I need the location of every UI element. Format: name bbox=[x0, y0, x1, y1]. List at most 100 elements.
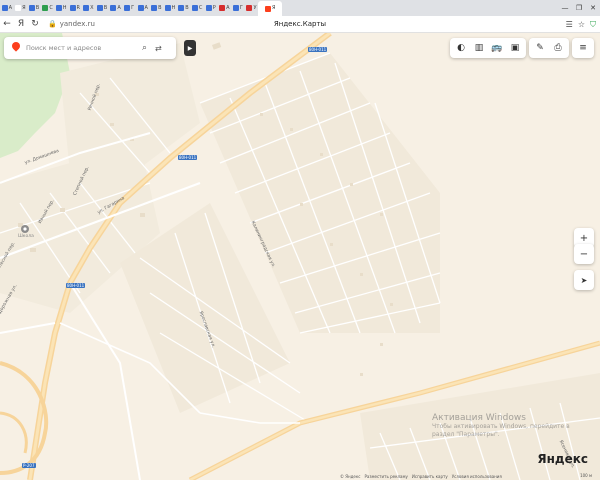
browser-tab[interactable]: С bbox=[41, 2, 55, 15]
route-shield: Р-207 bbox=[22, 463, 36, 468]
tab-label: А bbox=[144, 4, 148, 11]
tab-label: В bbox=[185, 4, 189, 11]
tab-label: А bbox=[117, 4, 121, 11]
map-toolbar: ◐ ▥ 🚌 ▣ ✎ ⎙ ≡ bbox=[450, 37, 594, 59]
tab-label: Я bbox=[22, 4, 26, 11]
tab-label: В bbox=[103, 4, 108, 11]
url-field[interactable]: yandex.ru bbox=[60, 20, 95, 28]
tab-label: Г bbox=[239, 4, 243, 11]
tab-label: В bbox=[158, 4, 162, 11]
browser-tab[interactable]: R bbox=[68, 2, 82, 15]
search-input[interactable] bbox=[26, 44, 136, 52]
watermark-title: Активация Windows bbox=[432, 413, 526, 423]
tab-favicon-icon bbox=[1, 5, 8, 11]
lock-icon: 🔒 bbox=[48, 20, 57, 28]
tab-label: Р bbox=[212, 4, 216, 11]
menu-group: ≡ bbox=[572, 38, 594, 58]
geolocation-button[interactable]: ➤ bbox=[574, 270, 594, 290]
tab-favicon-icon bbox=[110, 5, 117, 11]
tools-group: ✎ ⎙ bbox=[529, 38, 569, 58]
yandex-logo: Яндекс bbox=[537, 452, 588, 466]
yandex-home-button[interactable]: Я bbox=[14, 19, 28, 29]
tab-favicon-icon bbox=[83, 5, 90, 11]
browser-tab[interactable]: Н bbox=[54, 2, 68, 15]
maximize-button[interactable]: ❐ bbox=[572, 4, 586, 12]
fix-map-link[interactable]: Исправить карту bbox=[412, 474, 448, 479]
bookmark-icon[interactable]: ☆ bbox=[578, 20, 585, 29]
terms-link[interactable]: Условия использования bbox=[452, 474, 502, 479]
address-bar-actions: ☰ ☆ ⛉ bbox=[566, 16, 596, 33]
watermark-text: раздел "Параметры". bbox=[432, 431, 500, 438]
tab-favicon-icon bbox=[96, 5, 103, 11]
browser-tab[interactable]: В bbox=[150, 2, 164, 15]
tab-favicon-icon bbox=[55, 5, 62, 11]
tab-favicon-icon bbox=[151, 5, 158, 11]
tab-label: Г bbox=[131, 4, 135, 11]
tab-favicon-icon bbox=[137, 5, 144, 11]
watermark-text: Чтобы активировать Windows, перейдите в bbox=[432, 423, 570, 430]
print-icon[interactable]: ⎙ bbox=[550, 40, 566, 56]
browser-tab[interactable]: У bbox=[245, 2, 259, 15]
route-shield: 80Н-011 bbox=[178, 155, 198, 160]
tab-favicon-icon bbox=[232, 5, 239, 11]
tab-favicon-icon bbox=[205, 5, 212, 11]
yandex-maps-favicon-icon bbox=[265, 5, 272, 12]
tab-label: А bbox=[226, 4, 230, 11]
back-button[interactable]: ← bbox=[0, 19, 14, 29]
tab-list: AЯВСНRХВАГАВНВСРАГУЯ bbox=[0, 0, 283, 16]
browser-tab[interactable]: Р bbox=[204, 2, 218, 15]
reader-icon[interactable]: ☰ bbox=[566, 20, 573, 29]
browser-tab[interactable]: С bbox=[190, 2, 204, 15]
tab-favicon-icon bbox=[69, 5, 76, 11]
route-shield: 80Н-011 bbox=[308, 47, 328, 52]
browser-tab[interactable]: В bbox=[95, 2, 109, 15]
transit-icon[interactable]: 🚌 bbox=[489, 40, 505, 56]
ruler-icon[interactable]: ✎ bbox=[532, 40, 548, 56]
map-layers-icon[interactable]: ▣ bbox=[507, 40, 523, 56]
tab-favicon-icon bbox=[124, 5, 131, 11]
browser-tab[interactable]: А bbox=[109, 2, 123, 15]
route-shield: 80Н-011 bbox=[66, 283, 86, 288]
traffic-icon[interactable]: ◐ bbox=[453, 40, 469, 56]
address-bar: ← Я ↻ 🔒 yandex.ru Яндекс.Карты ☰ ☆ ⛉ bbox=[0, 16, 600, 33]
window-controls: — ❐ ✕ bbox=[558, 0, 600, 16]
tab-label: У bbox=[253, 4, 257, 11]
browser-tab[interactable]: Я bbox=[14, 2, 28, 15]
tab-favicon-icon bbox=[164, 5, 171, 11]
minimize-button[interactable]: — bbox=[558, 4, 572, 12]
browser-tab[interactable]: Г bbox=[231, 2, 245, 15]
browser-tab-strip: A Я В С Н R Х В А Г А В Н В С Р А Г У Я — ❐ ✕ bbox=[0, 0, 600, 16]
tab-favicon-icon bbox=[246, 5, 253, 11]
ads-link[interactable]: Разместить рекламу bbox=[365, 474, 408, 479]
browser-tab[interactable]: Н bbox=[163, 2, 177, 15]
browser-tab[interactable]: Г bbox=[122, 2, 136, 15]
tab-favicon-icon bbox=[42, 5, 49, 11]
poi-school-label: Школа bbox=[18, 234, 34, 239]
layers-group: ◐ ▥ 🚌 ▣ bbox=[450, 38, 526, 58]
collapse-panel-button[interactable]: ▶ bbox=[184, 40, 196, 56]
close-window-button[interactable]: ✕ bbox=[586, 4, 600, 12]
tab-favicon-icon bbox=[178, 5, 185, 11]
browser-tab[interactable]: А bbox=[218, 2, 232, 15]
protect-shield-icon[interactable]: ⛉ bbox=[590, 20, 596, 30]
copyright: © Яндекс bbox=[340, 473, 361, 479]
tab-label: Н bbox=[171, 4, 176, 11]
browser-tab[interactable]: Х bbox=[82, 2, 96, 15]
route-icon[interactable]: ⇄ bbox=[155, 44, 162, 53]
browser-tab[interactable]: В bbox=[27, 2, 41, 15]
browser-tab-active[interactable]: Я bbox=[258, 1, 283, 16]
browser-tab[interactable]: A bbox=[0, 2, 14, 15]
zoom-out-button[interactable]: − bbox=[574, 244, 594, 264]
tab-favicon-icon bbox=[28, 5, 35, 11]
browser-tab[interactable]: В bbox=[177, 2, 191, 15]
panorama-icon[interactable]: ▥ bbox=[471, 40, 487, 56]
browser-tab[interactable]: А bbox=[136, 2, 150, 15]
map-footer: © Яндекс Разместить рекламу Исправить ка… bbox=[340, 472, 600, 480]
scale-bar: 100 м bbox=[580, 473, 592, 478]
menu-icon[interactable]: ≡ bbox=[575, 40, 591, 56]
tab-label: С bbox=[49, 4, 53, 11]
reload-button[interactable]: ↻ bbox=[28, 19, 42, 29]
search-icon[interactable]: ⌕ bbox=[142, 43, 147, 53]
tab-label: С bbox=[198, 4, 203, 11]
tab-label: Н bbox=[62, 4, 67, 11]
